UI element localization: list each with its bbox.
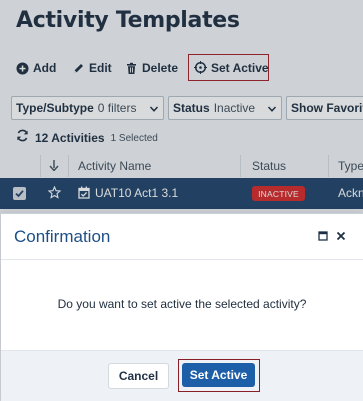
maximize-icon[interactable] [316, 229, 330, 243]
close-icon[interactable] [334, 229, 348, 243]
cancel-button[interactable]: Cancel [108, 363, 169, 389]
dialog-title: Confirmation [14, 227, 111, 246]
highlight-frame: Set Active [178, 359, 260, 392]
dialog-footer: Cancel Set Active [1, 350, 363, 401]
dialog-header: Confirmation [1, 214, 363, 260]
dialog-message: Do you want to set active the selected a… [57, 297, 307, 311]
set-active-confirm-button[interactable]: Set Active [182, 363, 255, 387]
confirmation-dialog: Confirmation Do you want to set active t… [1, 213, 363, 401]
